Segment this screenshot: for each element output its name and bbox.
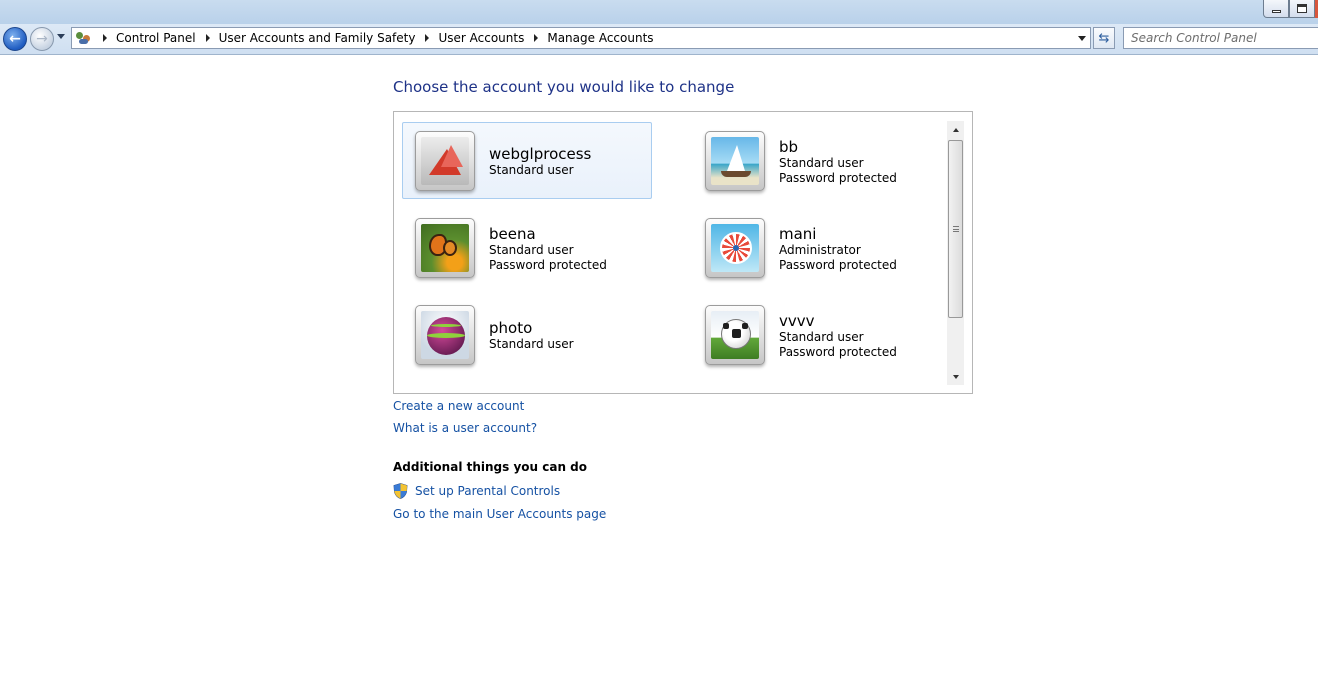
scroll-thumb[interactable]	[948, 140, 963, 318]
avatar	[705, 131, 765, 191]
navigation-bar: ← → Control Panel User Accounts and Fami…	[0, 24, 1318, 55]
account-tile-bb[interactable]: bb Standard user Password protected	[692, 122, 942, 199]
scroll-down-button[interactable]	[947, 368, 964, 385]
user-accounts-icon	[75, 30, 93, 46]
forward-button[interactable]: →	[30, 27, 54, 51]
account-name: bb	[779, 138, 799, 156]
avatar	[415, 305, 475, 365]
restore-icon	[1297, 4, 1307, 13]
chevron-down-icon	[952, 374, 959, 379]
parental-controls-link[interactable]: Set up Parental Controls	[415, 484, 560, 498]
breadcrumb-user-accounts[interactable]: User Accounts	[438, 31, 524, 45]
scroll-up-button[interactable]	[947, 121, 964, 138]
account-type: Standard user	[779, 156, 864, 170]
account-type: Administrator	[779, 243, 861, 257]
vertical-scrollbar[interactable]	[947, 121, 964, 385]
avatar	[705, 218, 765, 278]
sailboat-picture-icon	[711, 137, 759, 185]
origami-crane-picture-icon	[421, 137, 469, 185]
account-password-status: Password protected	[489, 258, 607, 272]
arrow-right-icon: →	[36, 31, 48, 47]
address-dropdown-icon[interactable]	[1078, 36, 1086, 41]
window-title-bar	[0, 0, 1318, 24]
account-tile-webglprocess[interactable]: webglprocess Standard user	[402, 122, 652, 199]
account-name: vvvv	[779, 312, 815, 330]
account-password-status: Password protected	[779, 171, 897, 185]
butterfly-picture-icon	[421, 224, 469, 272]
window-controls	[1263, 0, 1318, 18]
account-password-status: Password protected	[779, 345, 897, 359]
shield-icon	[393, 483, 408, 499]
breadcrumb-separator-icon[interactable]	[205, 34, 210, 42]
breadcrumb-user-accounts-family-safety[interactable]: User Accounts and Family Safety	[219, 31, 416, 45]
chevron-up-icon	[952, 127, 959, 132]
account-name: webglprocess	[489, 145, 592, 163]
main-user-accounts-link[interactable]: Go to the main User Accounts page	[393, 507, 606, 521]
account-tile-vvvv[interactable]: vvvv Standard user Password protected	[692, 296, 942, 373]
account-name: beena	[489, 225, 536, 243]
create-account-link[interactable]: Create a new account	[393, 399, 524, 413]
address-bar[interactable]: Control Panel User Accounts and Family S…	[71, 27, 1091, 49]
avatar	[415, 218, 475, 278]
avatar	[415, 131, 475, 191]
soccer-ball-picture-icon	[711, 311, 759, 359]
additional-things-heading: Additional things you can do	[393, 460, 588, 474]
account-type: Standard user	[779, 330, 864, 344]
accounts-list: webglprocess Standard user bb Standard u…	[393, 111, 973, 394]
breadcrumb-control-panel[interactable]: Control Panel	[116, 31, 196, 45]
breadcrumb-manage-accounts[interactable]: Manage Accounts	[547, 31, 653, 45]
search-box[interactable]	[1123, 27, 1318, 49]
minimize-button[interactable]	[1263, 0, 1289, 18]
account-password-status: Password protected	[779, 258, 897, 272]
ball-picture-icon	[421, 311, 469, 359]
account-type: Standard user	[489, 243, 574, 257]
restore-button[interactable]	[1289, 0, 1315, 18]
refresh-icon: ⇆	[1098, 30, 1110, 46]
what-is-account-link[interactable]: What is a user account?	[393, 421, 537, 435]
search-input[interactable]	[1131, 31, 1311, 45]
account-tile-mani[interactable]: mani Administrator Password protected	[692, 209, 942, 286]
recent-pages-dropdown[interactable]	[57, 34, 65, 39]
breadcrumb-separator-icon[interactable]	[103, 34, 107, 42]
account-type: Standard user	[489, 163, 574, 177]
avatar	[705, 305, 765, 365]
grip-icon	[952, 226, 959, 232]
breadcrumb-separator-icon[interactable]	[425, 34, 430, 42]
minimize-icon	[1271, 10, 1281, 13]
account-name: mani	[779, 225, 817, 243]
back-button[interactable]: ←	[3, 27, 27, 51]
account-name: photo	[489, 319, 533, 337]
pinwheel-picture-icon	[711, 224, 759, 272]
account-type: Standard user	[489, 337, 574, 351]
breadcrumb-separator-icon[interactable]	[534, 34, 539, 42]
account-tile-photo[interactable]: photo Standard user	[402, 296, 652, 373]
refresh-button[interactable]: ⇆	[1093, 27, 1115, 49]
page-title: Choose the account you would like to cha…	[393, 78, 735, 96]
arrow-left-icon: ←	[9, 31, 21, 47]
account-tile-beena[interactable]: beena Standard user Password protected	[402, 209, 652, 286]
